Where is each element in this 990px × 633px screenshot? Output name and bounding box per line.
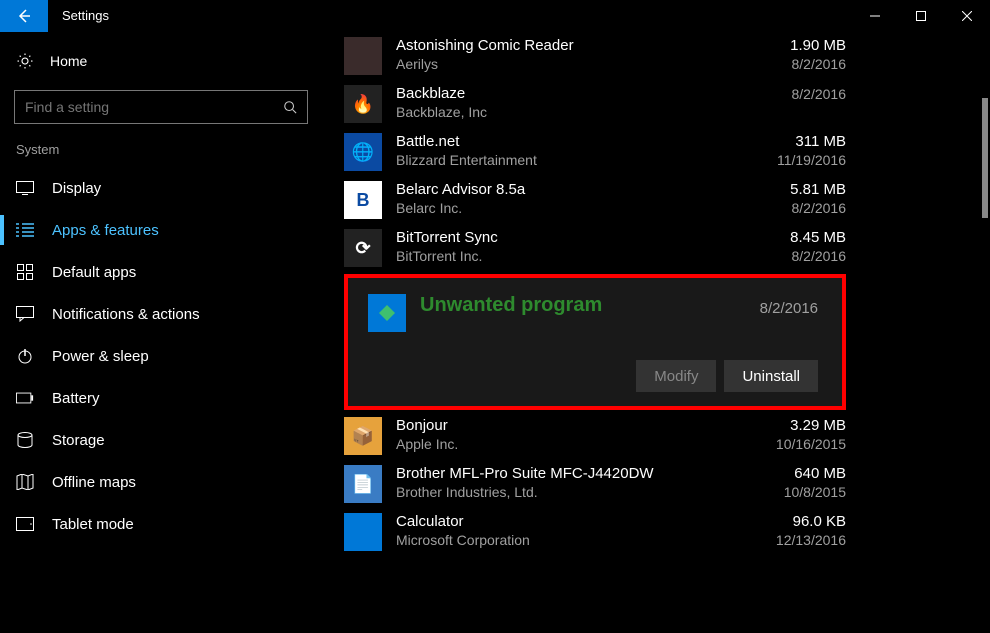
power-icon	[16, 347, 34, 365]
gear-icon	[16, 52, 34, 70]
minimize-button[interactable]	[852, 0, 898, 32]
sidebar-item-label: Battery	[52, 390, 100, 407]
sidebar-item-label: Apps & features	[52, 222, 159, 239]
sidebar-item-storage[interactable]: Storage	[0, 419, 320, 461]
sidebar-item-power-sleep[interactable]: Power & sleep	[0, 335, 320, 377]
app-date: 8/2/2016	[716, 85, 846, 103]
app-icon: B	[344, 181, 382, 219]
app-date: 8/2/2016	[716, 55, 846, 73]
app-row[interactable]: 📦 BonjourApple Inc.3.29 MB10/16/2015	[344, 412, 846, 460]
modify-button[interactable]: Modify	[636, 360, 716, 392]
sidebar-item-label: Default apps	[52, 264, 136, 281]
maximize-icon	[916, 11, 926, 21]
app-date: 10/16/2015	[716, 435, 846, 453]
arrow-left-icon	[16, 8, 32, 24]
sidebar-item-battery[interactable]: Battery	[0, 377, 320, 419]
app-publisher: Apple Inc.	[396, 435, 716, 453]
app-row[interactable]: 🌐 Battle.netBlizzard Entertainment311 MB1…	[344, 128, 846, 176]
app-publisher: Backblaze, Inc	[396, 103, 716, 121]
app-row[interactable]: Astonishing Comic ReaderAerilys1.90 MB8/…	[344, 32, 846, 80]
apps-icon	[16, 263, 34, 281]
app-publisher: Microsoft Corporation	[396, 531, 716, 549]
app-name: BitTorrent Sync	[396, 229, 716, 247]
app-row[interactable]: ⟳ BitTorrent SyncBitTorrent Inc.8.45 MB8/…	[344, 224, 846, 272]
app-icon: 🌐	[344, 133, 382, 171]
app-publisher: Belarc Inc.	[396, 199, 716, 217]
back-button[interactable]	[0, 0, 48, 32]
sidebar-item-default-apps[interactable]: Default apps	[0, 251, 320, 293]
search-input-wrap[interactable]	[14, 90, 308, 124]
app-name: Bonjour	[396, 417, 716, 435]
app-name: Battle.net	[396, 133, 716, 151]
sidebar-item-offline-maps[interactable]: Offline maps	[0, 461, 320, 503]
app-date: 8/2/2016	[716, 199, 846, 217]
app-publisher: Blizzard Entertainment	[396, 151, 716, 169]
tablet-icon	[16, 515, 34, 533]
app-name: Backblaze	[396, 85, 716, 103]
close-icon	[962, 11, 972, 21]
content-pane: Astonishing Comic ReaderAerilys1.90 MB8/…	[320, 32, 990, 633]
sidebar-item-notifications[interactable]: Notifications & actions	[0, 293, 320, 335]
app-row[interactable]: 🔥 BackblazeBackblaze, Inc8/2/2016	[344, 80, 846, 128]
monitor-icon	[16, 179, 34, 197]
app-size: 3.29 MB	[716, 417, 846, 435]
message-icon	[16, 305, 34, 323]
list-icon	[16, 221, 34, 239]
sidebar-item-label: Notifications & actions	[52, 306, 200, 323]
storage-icon	[16, 431, 34, 449]
group-label: System	[0, 142, 320, 167]
app-publisher: Aerilys	[396, 55, 716, 73]
app-size: 96.0 KB	[716, 513, 846, 531]
app-icon: 🔥	[344, 85, 382, 123]
close-button[interactable]	[944, 0, 990, 32]
selected-app-date: 8/2/2016	[760, 300, 818, 317]
home-label: Home	[50, 53, 87, 69]
app-icon: 📄	[344, 465, 382, 503]
search-icon	[283, 100, 297, 114]
app-size: 1.90 MB	[716, 37, 846, 55]
home-button[interactable]: Home	[0, 40, 320, 82]
app-icon	[368, 294, 406, 332]
sidebar-item-label: Power & sleep	[52, 348, 149, 365]
window-title: Settings	[48, 0, 109, 32]
selected-app-name: Unwanted program	[420, 294, 760, 317]
sidebar-item-tablet-mode[interactable]: Tablet mode	[0, 503, 320, 545]
app-name: Belarc Advisor 8.5a	[396, 181, 716, 199]
app-icon	[344, 513, 382, 551]
search-input[interactable]	[25, 99, 283, 115]
maximize-button[interactable]	[898, 0, 944, 32]
sidebar-item-label: Display	[52, 180, 101, 197]
app-icon: 📦	[344, 417, 382, 455]
sidebar-item-apps-features[interactable]: Apps & features	[0, 209, 320, 251]
sidebar-item-label: Storage	[52, 432, 105, 449]
map-icon	[16, 473, 34, 491]
app-name: Brother MFL-Pro Suite MFC-J4420DW	[396, 465, 716, 483]
app-icon: ⟳	[344, 229, 382, 267]
app-size: 8.45 MB	[716, 229, 846, 247]
selected-app-row[interactable]: Unwanted program 8/2/2016 Modify Uninsta…	[344, 274, 846, 410]
app-size: 311 MB	[716, 133, 846, 151]
app-date: 11/19/2016	[716, 151, 846, 169]
app-icon	[344, 37, 382, 75]
app-name: Astonishing Comic Reader	[396, 37, 716, 55]
app-size: 640 MB	[716, 465, 846, 483]
sidebar-item-display[interactable]: Display	[0, 167, 320, 209]
app-size: 5.81 MB	[716, 181, 846, 199]
uninstall-button[interactable]: Uninstall	[724, 360, 818, 392]
app-date: 8/2/2016	[716, 247, 846, 265]
battery-icon	[16, 389, 34, 407]
app-row[interactable]: CalculatorMicrosoft Corporation96.0 KB12…	[344, 508, 846, 556]
scrollbar-thumb[interactable]	[982, 98, 988, 218]
app-publisher: BitTorrent Inc.	[396, 247, 716, 265]
app-row[interactable]: B Belarc Advisor 8.5aBelarc Inc.5.81 MB8/…	[344, 176, 846, 224]
app-row[interactable]: 📄 Brother MFL-Pro Suite MFC-J4420DWBrothe…	[344, 460, 846, 508]
sidebar-item-label: Offline maps	[52, 474, 136, 491]
sidebar: Home System Display Apps & features Defa…	[0, 32, 320, 633]
app-date: 12/13/2016	[716, 531, 846, 549]
app-date: 10/8/2015	[716, 483, 846, 501]
app-name: Calculator	[396, 513, 716, 531]
minimize-icon	[870, 11, 880, 21]
sidebar-item-label: Tablet mode	[52, 516, 134, 533]
app-publisher: Brother Industries, Ltd.	[396, 483, 716, 501]
